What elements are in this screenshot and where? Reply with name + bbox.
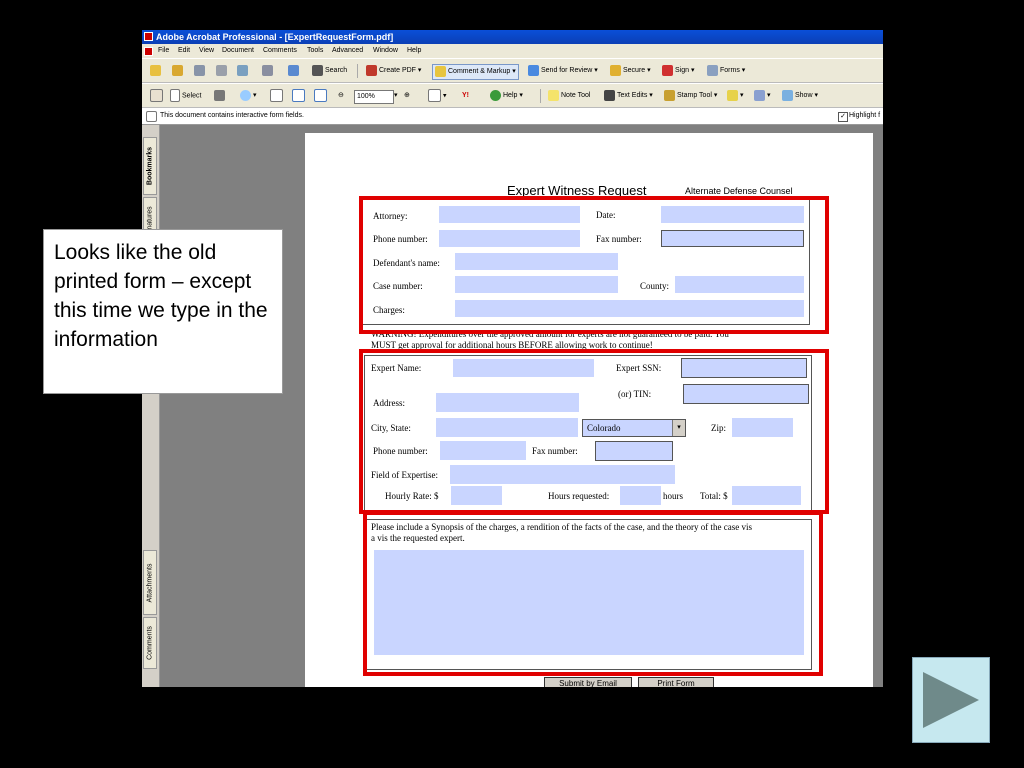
next-slide-button[interactable] bbox=[912, 657, 990, 743]
yahoo-icon[interactable]: Y! bbox=[462, 89, 469, 103]
drawing-tool-icon[interactable]: ▾ bbox=[754, 89, 771, 103]
save-icon[interactable] bbox=[194, 64, 207, 78]
window-title: Adobe Acrobat Professional - [ExpertRequ… bbox=[156, 32, 394, 42]
help-button[interactable]: Help ▾ bbox=[490, 89, 523, 103]
menu-edit[interactable]: Edit bbox=[178, 44, 190, 58]
tab-bookmarks[interactable]: Bookmarks bbox=[143, 137, 157, 195]
message-text: This document contains interactive form … bbox=[160, 112, 304, 119]
show-icon bbox=[782, 89, 793, 101]
callout-note: Looks like the old printed form – except… bbox=[43, 229, 283, 394]
email-icon[interactable] bbox=[237, 64, 250, 78]
zoom-dropdown-icon[interactable]: ▾ bbox=[394, 89, 398, 103]
comment-markup-button[interactable]: Comment & Markup ▾ bbox=[432, 64, 519, 80]
web-icon[interactable] bbox=[288, 64, 301, 78]
fit-page-icon[interactable] bbox=[292, 89, 307, 103]
submit-email-button[interactable]: Submit by Email bbox=[544, 677, 632, 687]
send-review-button[interactable]: Send for Review ▾ bbox=[528, 64, 598, 78]
print-form-button[interactable]: Print Form bbox=[638, 677, 714, 687]
highlight-box-attorney bbox=[359, 196, 829, 334]
form-message-bar: This document contains interactive form … bbox=[142, 108, 883, 125]
navigation-pane: Bookmarks natures Attachments Comments bbox=[142, 125, 160, 687]
stamp-tool-button[interactable]: Stamp Tool ▾ bbox=[664, 89, 717, 103]
note-icon bbox=[548, 89, 559, 101]
snapshot-icon[interactable] bbox=[214, 89, 227, 103]
tab-attachments[interactable]: Attachments bbox=[143, 550, 157, 615]
stamp-icon bbox=[664, 89, 675, 101]
toolbar-main: Search Create PDF ▾ Comment & Markup ▾ S… bbox=[142, 58, 883, 83]
forms-button[interactable]: Forms ▾ bbox=[707, 64, 745, 78]
search-button[interactable]: Search bbox=[312, 64, 347, 78]
highlight-fields-checkbox[interactable]: ✓ bbox=[838, 112, 848, 122]
help-icon bbox=[490, 89, 501, 101]
secure-button[interactable]: Secure ▾ bbox=[610, 64, 651, 78]
zoom-out-icon[interactable]: ⊖ bbox=[338, 89, 344, 103]
pen-icon bbox=[662, 64, 673, 76]
select-tool-button[interactable]: Select bbox=[170, 89, 201, 103]
zoom-tool-button[interactable]: ▾ bbox=[240, 89, 257, 103]
highlight-tool-icon[interactable]: ▾ bbox=[727, 89, 744, 103]
forms-icon bbox=[707, 64, 718, 76]
print-icon[interactable] bbox=[216, 64, 229, 78]
text-edits-button[interactable]: Text Edits ▾ bbox=[604, 89, 653, 103]
menu-document[interactable]: Document bbox=[222, 44, 254, 58]
menu-advanced[interactable]: Advanced bbox=[332, 44, 363, 58]
tab-comments[interactable]: Comments bbox=[143, 617, 157, 669]
highlight-box-expert bbox=[359, 349, 829, 514]
attach-icon[interactable] bbox=[262, 64, 275, 78]
toolbar-tools: Select ▾ ⊖ 100% ▾ ⊕ ▾ Y! Help ▾ Note Too… bbox=[142, 83, 883, 108]
zoom-icon bbox=[240, 89, 251, 101]
open-icon[interactable] bbox=[150, 64, 163, 78]
show-button[interactable]: Show ▾ bbox=[782, 89, 818, 103]
zoom-level-field[interactable]: 100% bbox=[354, 90, 394, 104]
sign-button[interactable]: Sign ▾ bbox=[662, 64, 694, 78]
create-pdf-button[interactable]: Create PDF ▾ bbox=[366, 64, 421, 78]
form-organization: Alternate Defense Counsel bbox=[685, 186, 793, 196]
hand-tool-button[interactable] bbox=[150, 89, 165, 103]
menu-bar: File Edit View Document Comments Tools A… bbox=[142, 44, 883, 58]
highlight-box-synopsis bbox=[363, 511, 823, 676]
menu-window[interactable]: Window bbox=[373, 44, 398, 58]
menu-comments[interactable]: Comments bbox=[263, 44, 297, 58]
document-icon bbox=[144, 47, 153, 56]
note-tool-button[interactable]: Note Tool bbox=[548, 89, 590, 103]
divider bbox=[540, 89, 541, 103]
acrobat-app-icon bbox=[144, 32, 153, 41]
title-bar: Adobe Acrobat Professional - [ExpertRequ… bbox=[142, 30, 883, 44]
menu-file[interactable]: File bbox=[158, 44, 169, 58]
text-edit-icon bbox=[604, 89, 615, 101]
select-icon bbox=[170, 89, 180, 102]
menu-view[interactable]: View bbox=[199, 44, 214, 58]
play-next-icon bbox=[923, 672, 979, 728]
rotate-icon[interactable]: ▾ bbox=[428, 89, 447, 103]
menu-tools[interactable]: Tools bbox=[307, 44, 323, 58]
create-pdf-icon bbox=[366, 64, 377, 76]
comment-icon bbox=[435, 65, 446, 77]
review-icon bbox=[528, 64, 539, 76]
divider bbox=[357, 64, 358, 78]
binoculars-icon bbox=[312, 64, 323, 76]
organizer-icon[interactable] bbox=[172, 64, 185, 78]
menu-help[interactable]: Help bbox=[407, 44, 421, 58]
highlight-fields-label: Highlight f bbox=[849, 112, 881, 119]
actual-size-icon[interactable] bbox=[270, 89, 285, 103]
fit-width-icon[interactable] bbox=[314, 89, 329, 103]
hand-icon bbox=[150, 89, 163, 102]
form-info-icon bbox=[146, 111, 157, 122]
lock-icon bbox=[610, 64, 621, 76]
zoom-in-icon[interactable]: ⊕ bbox=[404, 89, 410, 103]
